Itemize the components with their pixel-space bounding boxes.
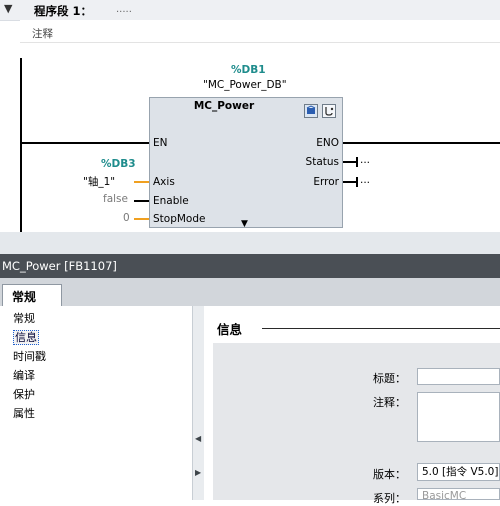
pin-eno: ENO bbox=[316, 137, 339, 149]
collapse-chevron-icon[interactable]: ▼ bbox=[4, 2, 12, 15]
enable-wire bbox=[134, 200, 149, 202]
pin-status: Status bbox=[305, 156, 339, 168]
tab-general-label: 常规 bbox=[12, 290, 37, 304]
instance-db-name[interactable]: "MC_Power_DB" bbox=[203, 79, 287, 91]
family-label: 系列： bbox=[373, 492, 406, 505]
version-field[interactable]: 5.0 [指令 V5.0] bbox=[417, 463, 500, 481]
network-title-placeholder[interactable]: ..... bbox=[116, 4, 132, 15]
comment-field[interactable] bbox=[417, 392, 500, 442]
inspector-tabbar bbox=[0, 278, 500, 307]
status-wire-end bbox=[356, 157, 358, 167]
nav-item-general[interactable]: 常规 bbox=[13, 310, 35, 326]
instance-db-number[interactable]: %DB1 bbox=[231, 64, 266, 76]
block-name: MC_Power bbox=[193, 100, 255, 112]
error-wire-end bbox=[356, 177, 358, 187]
comment-label: 注释： bbox=[373, 396, 406, 409]
section-heading-rule bbox=[262, 328, 500, 329]
title-label: 标题： bbox=[373, 372, 406, 385]
pin-axis: Axis bbox=[153, 176, 175, 188]
eno-wire bbox=[343, 142, 500, 144]
nav-item-attributes[interactable]: 属性 bbox=[13, 405, 35, 421]
section-heading: 信息 bbox=[217, 322, 243, 337]
enable-parameter[interactable]: false bbox=[103, 193, 128, 205]
status-connection[interactable]: ... bbox=[360, 154, 370, 166]
en-wire bbox=[22, 142, 149, 144]
nav-item-info-label[interactable]: 信息 bbox=[13, 330, 39, 345]
version-label: 版本： bbox=[373, 468, 406, 481]
nav-item-info[interactable]: 信息 bbox=[13, 329, 39, 345]
nav-item-compile[interactable]: 编译 bbox=[13, 367, 35, 383]
instruction-info-icon[interactable] bbox=[322, 104, 336, 118]
stopmode-wire bbox=[134, 218, 149, 220]
family-field: BasicMC bbox=[417, 488, 500, 500]
error-connection[interactable]: ... bbox=[360, 174, 370, 186]
nav-item-timestamps[interactable]: 时间戳 bbox=[13, 348, 46, 364]
panel-splitter[interactable] bbox=[0, 232, 500, 254]
network-comment-row[interactable] bbox=[20, 20, 500, 43]
inspector-title: MC_Power [FB1107] bbox=[2, 259, 117, 273]
pin-stopmode: StopMode bbox=[153, 213, 206, 225]
pin-error: Error bbox=[313, 176, 339, 188]
online-help-icon[interactable] bbox=[304, 104, 318, 118]
power-rail bbox=[20, 58, 22, 232]
network-title: 程序段 1： bbox=[34, 4, 93, 18]
collapse-left-arrow-icon[interactable]: ◀ bbox=[195, 434, 201, 443]
pin-en: EN bbox=[153, 137, 168, 149]
expand-block-arrow-icon[interactable]: ▼ bbox=[241, 219, 248, 229]
network-comment-label[interactable]: 注释 bbox=[32, 26, 53, 41]
nav-item-protection[interactable]: 保护 bbox=[13, 386, 35, 402]
axis-wire bbox=[134, 181, 149, 183]
axis-db-number[interactable]: %DB3 bbox=[101, 158, 136, 170]
axis-parameter[interactable]: "轴_1" bbox=[83, 174, 115, 189]
pin-enable: Enable bbox=[153, 195, 189, 207]
title-field[interactable] bbox=[417, 368, 500, 385]
stopmode-parameter[interactable]: 0 bbox=[123, 212, 130, 224]
expand-right-arrow-icon[interactable]: ▶ bbox=[195, 468, 201, 477]
